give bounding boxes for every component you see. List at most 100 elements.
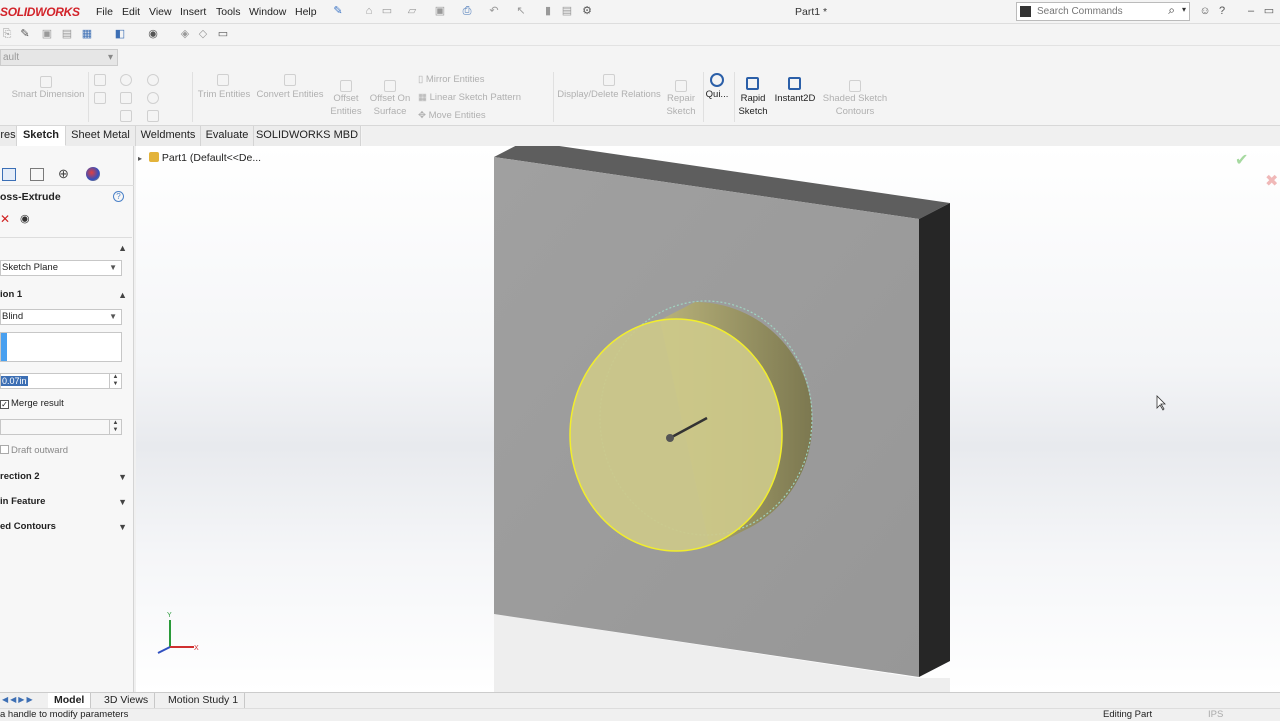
unit-system[interactable]: IPS <box>1208 709 1223 721</box>
configuration-manager-tab-icon[interactable]: ⊕ <box>58 167 69 180</box>
selected-contours-section-header[interactable]: ed Contours ▼ <box>0 519 132 535</box>
thin-feature-section-header[interactable]: in Feature ▼ <box>0 494 132 510</box>
direction2-section-header[interactable]: rection 2 ▼ <box>0 469 132 485</box>
menu-file[interactable]: File <box>96 6 113 18</box>
tab-motion-study-1[interactable]: Motion Study 1 <box>162 693 246 708</box>
configuration-select[interactable]: ault ▾ <box>0 49 118 66</box>
appearance-icon[interactable]: ◈ <box>178 28 192 41</box>
menu-help[interactable]: Help <box>295 6 317 18</box>
linear-sketch-pattern-button[interactable]: ▦ Linear Sketch Pattern <box>418 91 521 104</box>
handle-origin-dot[interactable] <box>666 434 674 442</box>
cancel-x-icon[interactable]: ✖ <box>1265 171 1278 190</box>
smart-dimension-button[interactable]: Smart Dimension <box>10 88 86 101</box>
file-properties-icon[interactable]: ▤ <box>560 5 574 18</box>
print-icon[interactable]: ⎙ <box>460 5 474 18</box>
options-gear-icon[interactable]: ⚙ <box>580 5 594 18</box>
from-select[interactable]: Sketch Plane ▼ <box>0 260 122 276</box>
visibility-eye-icon[interactable]: ◉ <box>146 28 160 41</box>
menu-insert[interactable]: Insert <box>180 6 206 18</box>
undo-icon[interactable]: ↶ <box>487 5 501 18</box>
shaded-sketch-contours-button[interactable]: Shaded Sketch Contours <box>822 92 888 118</box>
home-icon[interactable]: ⌂ <box>362 5 376 18</box>
move-entities-button[interactable]: ✥ Move Entities <box>418 109 486 122</box>
tab-solidworks-mbd[interactable]: SOLIDWORKS MBD <box>254 126 361 146</box>
view-orientation-icon[interactable]: ◧ <box>113 28 127 41</box>
help-question-icon[interactable]: ? <box>1215 5 1229 18</box>
slot-icon[interactable] <box>120 92 132 104</box>
draft-angle-spinbox[interactable]: ▲ ▼ <box>0 419 122 435</box>
trim-entities-button[interactable]: Trim Entities <box>196 88 252 101</box>
tab-features[interactable]: res <box>0 126 17 146</box>
display-delete-relations-button[interactable]: Display/Delete Relations <box>556 88 662 101</box>
expand-arrow-icon[interactable]: ▸ <box>138 154 142 163</box>
search-icon[interactable]: ⌕ <box>1168 3 1175 18</box>
rectangle-icon[interactable] <box>94 92 106 104</box>
direction-reference-field[interactable] <box>0 332 122 362</box>
copy-icon[interactable]: ▣ <box>40 28 54 41</box>
preview-eye-icon[interactable]: ◉ <box>20 213 30 225</box>
rebuild-icon[interactable]: ▮ <box>541 5 555 18</box>
chevron-down-icon[interactable]: ▾ <box>1182 5 1186 14</box>
new-document-icon[interactable]: ▭ <box>380 5 394 18</box>
direction1-section-header[interactable]: ion 1 ▲ <box>0 287 132 303</box>
confirm-check-icon[interactable]: ✔ <box>1235 150 1248 169</box>
fillet-icon[interactable] <box>120 110 132 122</box>
menu-window[interactable]: Window <box>249 6 286 18</box>
solidworks-logo[interactable]: SOLIDWORKS <box>0 5 80 19</box>
tab-evaluate[interactable]: Evaluate <box>201 126 254 146</box>
mirror-entities-button[interactable]: ▯ Mirror Entities <box>418 73 484 86</box>
feature-tree-root[interactable]: ▸ Part1 (Default<<De... <box>138 152 261 164</box>
paste-icon[interactable]: ▤ <box>60 28 74 41</box>
depth-spinbox[interactable]: 0.07in ▲ ▼ <box>0 373 122 389</box>
tab-sheet-metal[interactable]: Sheet Metal <box>66 126 136 146</box>
arc-icon[interactable] <box>147 74 159 86</box>
graphics-area[interactable]: Y X ✔ ✖ ⌕⌕✎◫◧◉◈◍◐▭ ▭▭– <box>136 146 1280 692</box>
instant2d-button[interactable]: Instant2D <box>772 92 818 105</box>
pin-icon[interactable]: ✎ <box>331 5 345 18</box>
search-commands-box[interactable]: ⌕ ▾ <box>1016 2 1190 21</box>
plate-side-face[interactable] <box>919 203 950 677</box>
save-icon[interactable]: ▣ <box>433 5 447 18</box>
restore-icon[interactable]: ▭ <box>1262 5 1276 18</box>
merge-result-checkbox[interactable]: ✓ Merge result <box>0 398 64 410</box>
display-manager-tab-icon[interactable] <box>86 167 100 181</box>
menu-view[interactable]: View <box>149 6 172 18</box>
line-icon[interactable] <box>94 74 106 86</box>
circle-icon[interactable] <box>120 74 132 86</box>
convert-entities-button[interactable]: Convert Entities <box>254 88 326 101</box>
monitor-icon[interactable]: ▭ <box>216 28 230 41</box>
display-icon[interactable]: ▦ <box>80 28 94 41</box>
tab-scroll-arrows-icon[interactable]: ◀◀▶▶ <box>2 695 35 704</box>
menu-edit[interactable]: Edit <box>122 6 140 18</box>
repair-sketch-button[interactable]: Repair Sketch <box>664 92 698 118</box>
quick-snaps-button[interactable]: Qui... <box>704 88 730 101</box>
select-icon[interactable]: ↖ <box>514 5 528 18</box>
offset-on-surface-button[interactable]: Offset On Surface <box>366 92 414 118</box>
tab-sketch[interactable]: Sketch <box>17 126 66 146</box>
user-icon[interactable]: ☺ <box>1198 5 1212 18</box>
tab-model[interactable]: Model <box>48 693 92 708</box>
offset-entities-button[interactable]: Offset Entities <box>328 92 364 118</box>
search-input[interactable] <box>1037 4 1167 19</box>
from-section-header[interactable]: ▲ <box>0 240 132 256</box>
model-view[interactable]: Y X ✔ ✖ <box>136 146 1280 692</box>
draft-outward-checkbox[interactable]: Draft outward <box>0 445 68 457</box>
menu-tools[interactable]: Tools <box>216 6 241 18</box>
open-icon[interactable]: ▱ <box>405 5 419 18</box>
end-condition-select[interactable]: Blind ▼ <box>0 309 122 325</box>
cancel-x-icon[interactable]: ✕ <box>0 213 10 225</box>
rapid-sketch-button[interactable]: Rapid Sketch <box>736 92 770 118</box>
depth-value[interactable]: 0.07in <box>1 376 28 386</box>
feature-manager-tab-icon[interactable] <box>2 168 16 181</box>
minimize-icon[interactable]: – <box>1244 5 1258 18</box>
tab-weldments[interactable]: Weldments <box>136 126 201 146</box>
property-manager-tab-icon[interactable] <box>30 168 44 181</box>
scene-icon[interactable]: ◇ <box>196 28 210 41</box>
tab-3d-views[interactable]: 3D Views <box>98 693 156 708</box>
cut-icon[interactable]: ⎘ <box>0 28 14 41</box>
help-icon[interactable]: ? <box>113 191 124 202</box>
spin-arrows-icon[interactable]: ▲ ▼ <box>109 420 121 434</box>
polygon-icon[interactable] <box>147 92 159 104</box>
sketch-icon[interactable]: ✎ <box>18 28 32 41</box>
spin-arrows-icon[interactable]: ▲ ▼ <box>109 374 121 388</box>
